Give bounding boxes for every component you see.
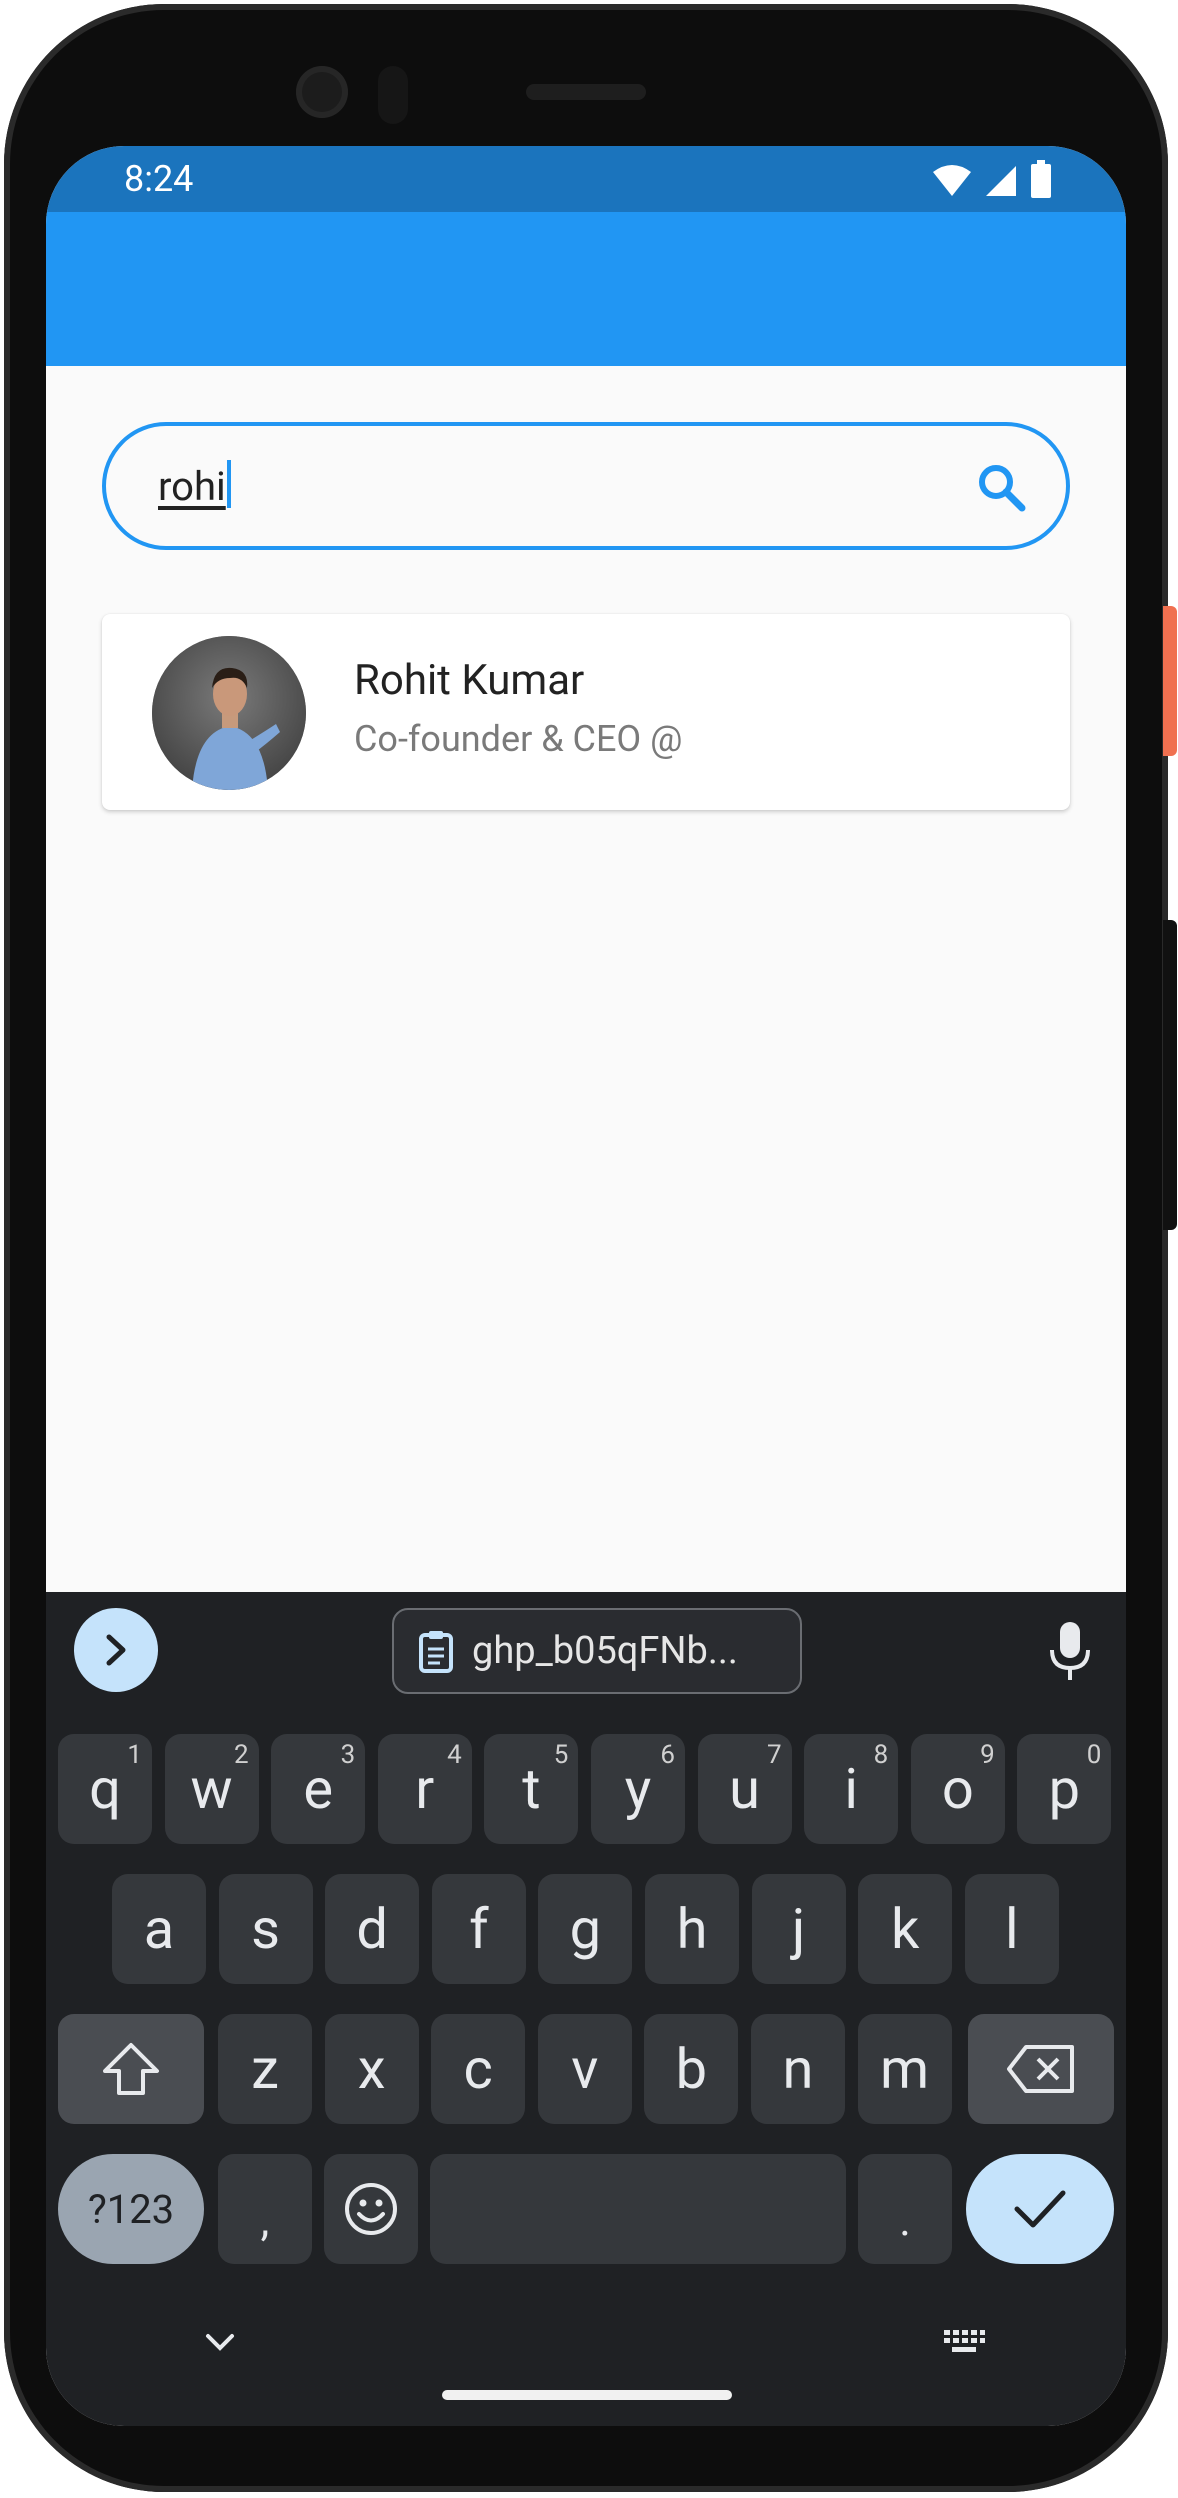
- key-label: q: [89, 1756, 121, 1822]
- key-g[interactable]: g: [538, 1874, 633, 1984]
- key-label: p: [1048, 1756, 1081, 1822]
- key-n[interactable]: n: [751, 2014, 845, 2124]
- search-icon[interactable]: [974, 460, 1030, 516]
- avatar: [152, 636, 306, 790]
- proximity-sensor: [378, 66, 408, 124]
- battery-icon: [1031, 160, 1051, 198]
- search-input[interactable]: rohi: [102, 422, 1070, 550]
- key-v[interactable]: v: [537, 2014, 632, 2124]
- wifi-icon: [933, 165, 971, 196]
- symbols-key[interactable]: ?123: [58, 2154, 204, 2264]
- key-label: r: [415, 1756, 435, 1822]
- key-u[interactable]: u7: [697, 1734, 792, 1844]
- keyboard-switch-icon[interactable]: [942, 2328, 986, 2356]
- front-camera: [296, 66, 348, 118]
- text-cursor: [226, 460, 231, 508]
- key-j[interactable]: j: [751, 1874, 846, 1984]
- key-h[interactable]: h: [645, 1874, 739, 1984]
- clipboard-suggestion-text: ghp_b05qFNb...: [472, 1629, 738, 1673]
- shift-key[interactable]: [58, 2014, 204, 2124]
- screen: 8:24 rohi Rohit Kumar Co-founder & CEO @…: [46, 146, 1126, 2426]
- key-hint: 6: [660, 1740, 675, 1770]
- key-k[interactable]: k: [858, 1874, 953, 1984]
- key-hint: 0: [1086, 1740, 1102, 1770]
- key-x[interactable]: x: [324, 2014, 419, 2124]
- shift-icon: [103, 2043, 159, 2095]
- key-hint: 5: [553, 1740, 569, 1770]
- comma-key[interactable]: ,: [218, 2154, 312, 2264]
- chevron-right-icon: [106, 1634, 126, 1666]
- key-t[interactable]: t5: [484, 1734, 579, 1844]
- key-hint: 4: [447, 1740, 462, 1770]
- key-s[interactable]: s: [218, 1874, 313, 1984]
- spacebar-key[interactable]: [430, 2154, 846, 2264]
- key-r[interactable]: r4: [377, 1734, 472, 1844]
- cellular-signal-icon: [986, 166, 1016, 196]
- key-label: t: [522, 1756, 541, 1822]
- home-indicator[interactable]: [442, 2390, 732, 2400]
- key-hint: 2: [233, 1740, 249, 1770]
- clipboard-icon: [419, 1631, 453, 1673]
- key-hint: 8: [873, 1740, 889, 1770]
- key-label: i: [844, 1756, 858, 1822]
- key-label: y: [624, 1756, 652, 1822]
- result-name: Rohit Kumar: [354, 656, 585, 705]
- phone-frame: 8:24 rohi Rohit Kumar Co-founder & CEO @…: [0, 0, 1178, 2498]
- key-f[interactable]: f: [431, 1874, 526, 1984]
- volume-button: [1163, 920, 1177, 1230]
- key-y[interactable]: y6: [591, 1734, 685, 1844]
- key-b[interactable]: b: [644, 2014, 739, 2124]
- soft-keyboard: ghp_b05qFNb... q1w2e3r4t5y6u7i8o9p0 asdf…: [46, 1592, 1126, 2426]
- emoji-key[interactable]: [324, 2154, 418, 2264]
- key-hint: 3: [340, 1740, 356, 1770]
- backspace-key[interactable]: [968, 2014, 1114, 2124]
- key-label: u: [729, 1756, 761, 1822]
- emoji-icon: [345, 2183, 397, 2235]
- checkmark-icon: [1014, 2190, 1066, 2228]
- key-l[interactable]: l: [964, 1874, 1059, 1984]
- period-key[interactable]: .: [858, 2154, 952, 2264]
- list-item[interactable]: Rohit Kumar Co-founder & CEO @: [102, 614, 1070, 810]
- keyboard-toolbar: ghp_b05qFNb...: [46, 1592, 1126, 1722]
- earpiece-speaker: [526, 84, 646, 100]
- key-e[interactable]: e3: [271, 1734, 366, 1844]
- key-p[interactable]: p0: [1017, 1734, 1112, 1844]
- key-a[interactable]: a: [112, 1874, 206, 1984]
- keyboard-expand-button[interactable]: [74, 1608, 158, 1692]
- key-hint: 9: [980, 1740, 995, 1770]
- backspace-icon: [1007, 2045, 1074, 2093]
- microphone-icon[interactable]: [1048, 1622, 1092, 1682]
- key-i[interactable]: i8: [804, 1734, 899, 1844]
- status-time: 8:24: [124, 158, 194, 200]
- status-bar: 8:24: [46, 146, 1126, 212]
- result-subtitle: Co-founder & CEO @: [354, 718, 683, 760]
- power-button: [1163, 606, 1177, 756]
- key-o[interactable]: o9: [910, 1734, 1005, 1844]
- key-m[interactable]: m: [857, 2014, 952, 2124]
- key-hint: 1: [127, 1740, 142, 1770]
- search-input-value: rohi: [158, 460, 231, 510]
- key-d[interactable]: d: [325, 1874, 420, 1984]
- key-w[interactable]: w2: [164, 1734, 259, 1844]
- key-hint: 7: [766, 1740, 782, 1770]
- key-c[interactable]: c: [431, 2014, 526, 2124]
- app-bar: [46, 212, 1126, 366]
- key-q[interactable]: q1: [58, 1734, 152, 1844]
- status-icons: [932, 160, 1052, 198]
- key-label: o: [941, 1756, 974, 1822]
- clipboard-suggestion-chip[interactable]: ghp_b05qFNb...: [392, 1608, 802, 1694]
- done-key[interactable]: [966, 2154, 1114, 2264]
- chevron-down-icon[interactable]: [202, 2330, 238, 2354]
- key-label: e: [303, 1756, 334, 1822]
- key-label: w: [190, 1756, 233, 1822]
- key-z[interactable]: z: [218, 2014, 312, 2124]
